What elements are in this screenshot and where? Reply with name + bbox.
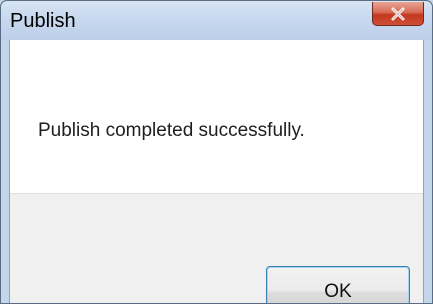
- ok-button[interactable]: OK: [266, 266, 410, 304]
- window-title: Publish: [10, 10, 76, 32]
- close-button[interactable]: [372, 2, 424, 26]
- message-text: Publish completed successfully.: [38, 120, 305, 141]
- dialog-content: Publish completed successfully. OK: [9, 40, 424, 304]
- title-bar: Publish: [1, 1, 432, 40]
- dialog-footer: OK: [10, 193, 423, 304]
- close-icon: [391, 7, 405, 20]
- publish-dialog: Publish Publish completed successfully. …: [0, 0, 433, 304]
